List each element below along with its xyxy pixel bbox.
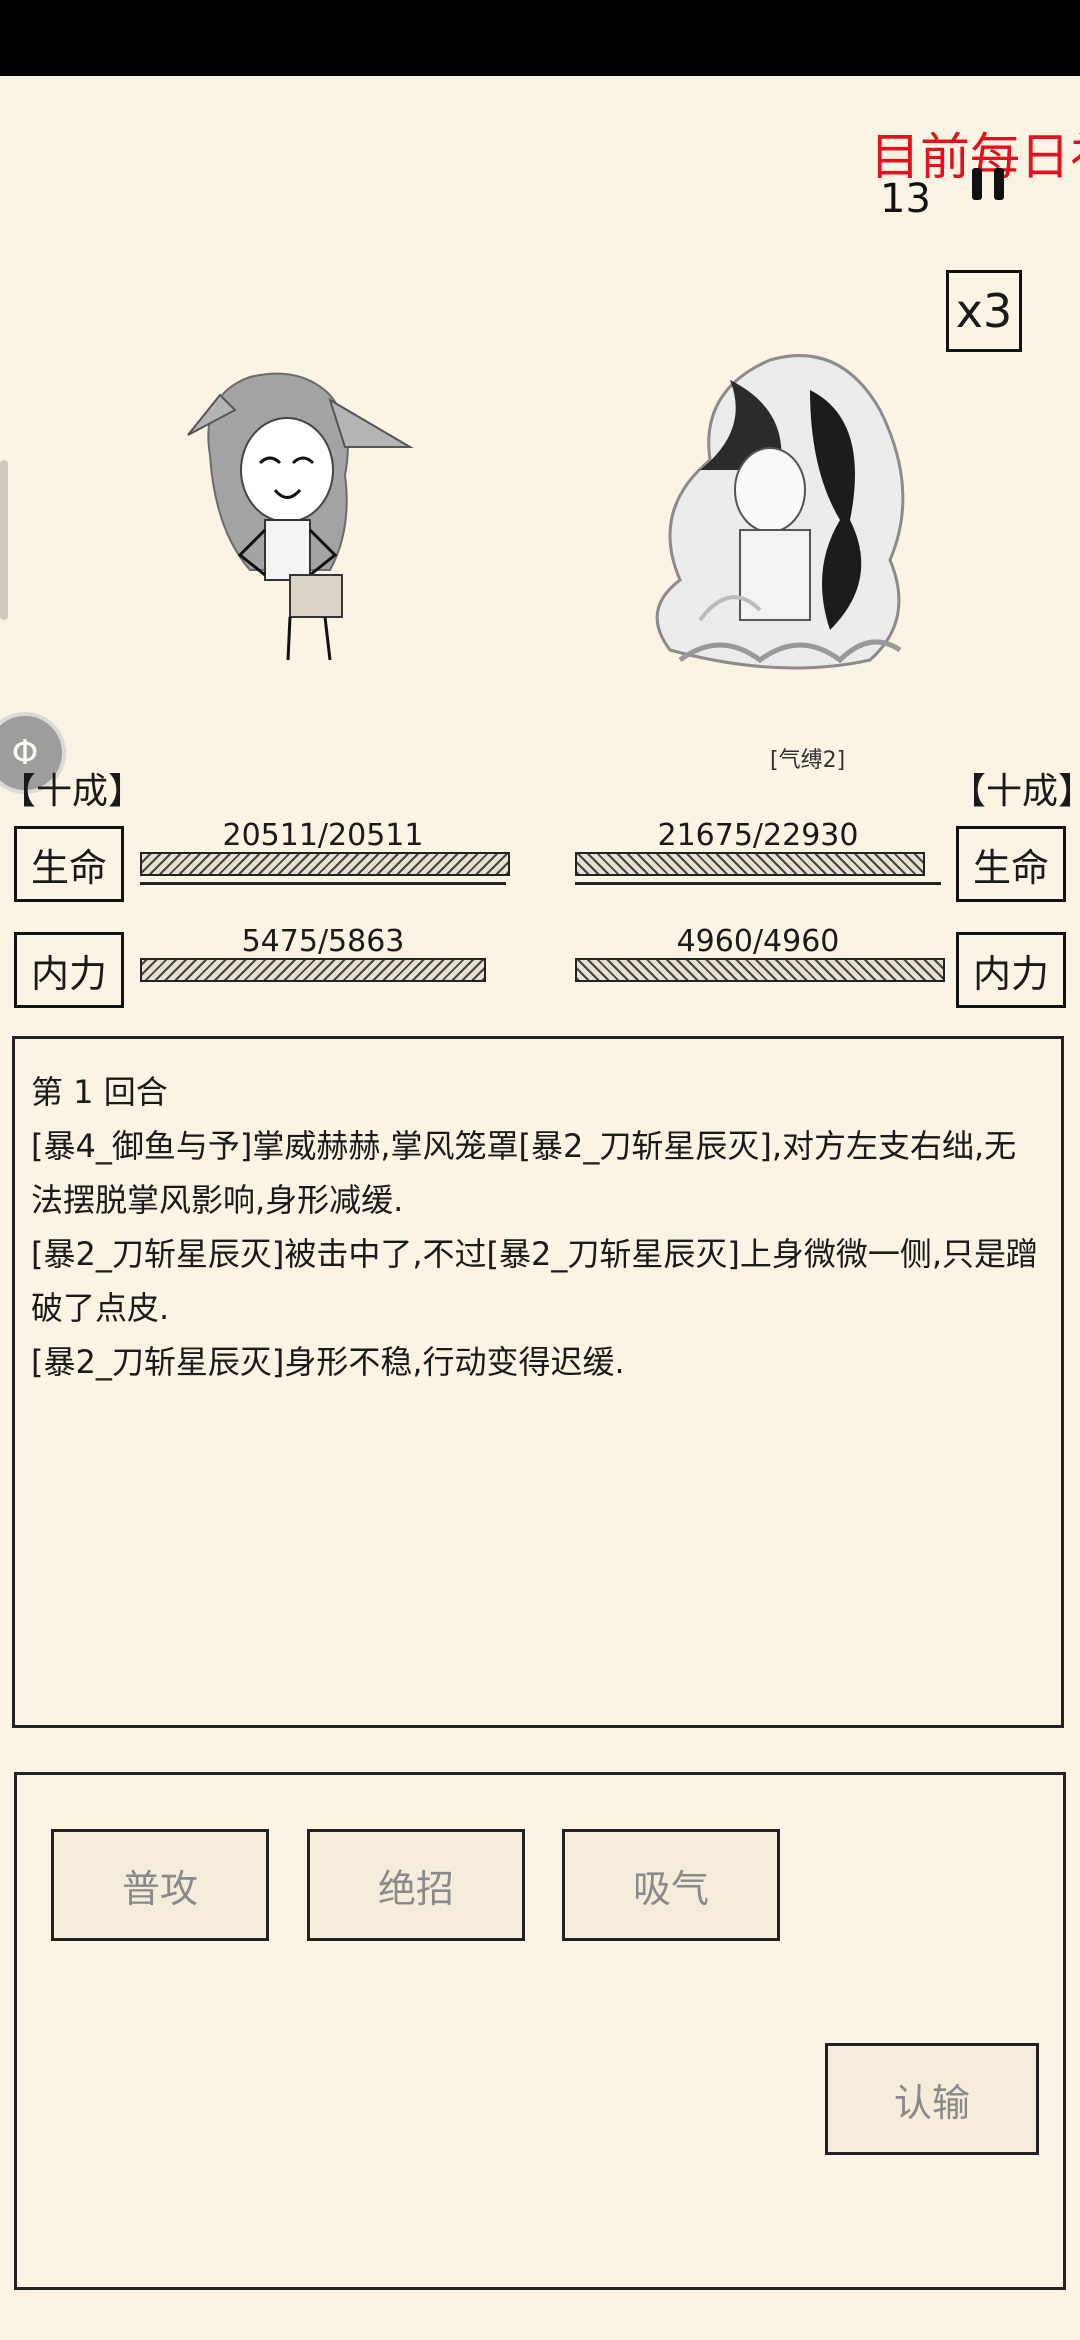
ultimate-button[interactable]: 绝招 (307, 1829, 525, 1941)
player-mp-label: 内力 (14, 932, 124, 1008)
player-hp-value: 20511/20511 (222, 818, 424, 853)
normal-attack-button[interactable]: 普攻 (51, 1829, 269, 1941)
player-mp-bar (140, 958, 486, 982)
speed-button[interactable]: x3 (946, 270, 1022, 352)
player-hp-bar-track (140, 882, 506, 885)
log-line: 第 1 回合 (31, 1073, 168, 1111)
player-mp-value: 5475/5863 (241, 924, 405, 959)
player-rank: 【十成】 (0, 771, 145, 812)
pause-icon[interactable] (972, 168, 1006, 200)
player-hp-bar (140, 852, 510, 876)
enemy-hp-label: 生命 (956, 826, 1066, 902)
breathe-button[interactable]: 吸气 (562, 1829, 780, 1941)
enemy-mp-bar (575, 958, 945, 982)
log-line: [暴2_刀斩星辰灭]被击中了,不过[暴2_刀斩星辰灭]上身微微一侧,只是蹭破了点… (31, 1235, 1039, 1327)
enemy-hp-bar (575, 852, 925, 876)
battle-log[interactable]: 第 1 回合 [暴4_御鱼与予]掌威赫赫,掌风笼罩[暴2_刀斩星辰灭],对方左支… (12, 1036, 1064, 1728)
action-panel: 普攻 绝招 吸气 认输 (14, 1772, 1066, 2290)
enemy-status-effect: [气缚2] (770, 748, 846, 773)
status-bar (0, 0, 1080, 76)
enemy-character-sprite (655, 354, 905, 670)
enemy-mp-value: 4960/4960 (676, 924, 840, 959)
enemy-hp-value: 21675/22930 (657, 818, 859, 853)
log-line: [暴2_刀斩星辰灭]身形不稳,行动变得迟缓. (31, 1343, 625, 1381)
round-counter: 13 (880, 176, 931, 222)
player-hp-label: 生命 (14, 826, 124, 902)
enemy-hp-bar-track (575, 882, 941, 885)
side-scroll-indicator (0, 460, 8, 620)
surrender-button[interactable]: 认输 (825, 2043, 1039, 2155)
enemy-rank: 【十成】 (950, 771, 1080, 812)
enemy-mp-label: 内力 (956, 932, 1066, 1008)
player-character-sprite (187, 372, 414, 661)
log-line: [暴4_御鱼与予]掌威赫赫,掌风笼罩[暴2_刀斩星辰灭],对方左支右绌,无法摆脱… (31, 1127, 1017, 1219)
